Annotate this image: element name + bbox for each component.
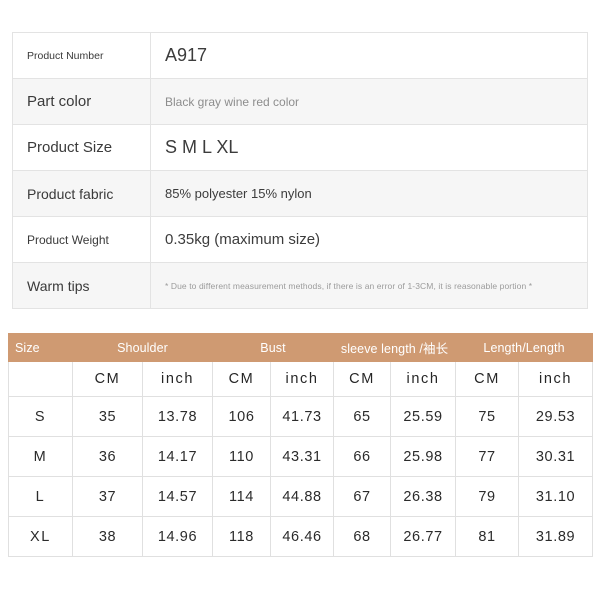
- cell-m-length-cm: 77: [455, 436, 520, 477]
- size-chart-header-length: Length/Length: [455, 333, 594, 362]
- cell-l-shoulder-cm: 37: [72, 476, 143, 517]
- spec-label-warm-tips: Warm tips: [12, 262, 151, 309]
- cell-xl-length-inch: 31.89: [518, 516, 594, 557]
- size-cell-m: M: [8, 436, 73, 477]
- size-chart-unit-shoulder-cm: CM: [72, 361, 143, 397]
- cell-l-sleeve-cm: 67: [333, 476, 392, 517]
- cell-s-length-cm: 75: [455, 396, 520, 437]
- size-chart-header-shoulder: Shoulder: [72, 333, 213, 362]
- spec-label-product-number: Product Number: [12, 32, 151, 79]
- spec-value-warm-tips: * Due to different measurement methods, …: [150, 262, 588, 309]
- size-chart-header-sleeve-length: sleeve length /袖长: [333, 333, 457, 362]
- cell-s-sleeve-inch: 25.59: [390, 396, 457, 437]
- spec-value-product-fabric: 85% polyester 15% nylon: [150, 170, 588, 217]
- spec-label-product-size: Product Size: [12, 124, 151, 171]
- cell-xl-length-cm: 81: [455, 516, 520, 557]
- spec-value-part-color: Black gray wine red color: [150, 78, 588, 125]
- cell-s-bust-inch: 41.73: [269, 396, 335, 437]
- size-chart-header-bust: Bust: [211, 333, 335, 362]
- size-chart-unit-header-row: CM inch CM inch CM inch CM inch: [8, 361, 594, 397]
- size-cell-l: L: [8, 476, 73, 517]
- cell-m-bust-inch: 43.31: [269, 436, 335, 477]
- spec-row-product-number: Product Number A917: [12, 32, 588, 79]
- cell-xl-bust-cm: 118: [212, 516, 271, 557]
- spec-label-part-color: Part color: [12, 78, 151, 125]
- size-chart-unit-blank: [8, 361, 73, 397]
- table-row: M 36 14.17 110 43.31 66 25.98 77 30.31: [8, 436, 594, 477]
- cell-s-shoulder-cm: 35: [72, 396, 143, 437]
- cell-s-length-inch: 29.53: [518, 396, 594, 437]
- cell-l-bust-cm: 114: [212, 476, 271, 517]
- cell-xl-bust-inch: 46.46: [269, 516, 335, 557]
- cell-s-bust-cm: 106: [212, 396, 271, 437]
- size-chart-table: Size Shoulder Bust sleeve length /袖长 Len…: [8, 333, 594, 557]
- cell-m-sleeve-inch: 25.98: [390, 436, 457, 477]
- cell-l-length-inch: 31.10: [518, 476, 594, 517]
- spec-row-product-size: Product Size S M L XL: [12, 124, 588, 171]
- size-cell-xl: XL: [8, 516, 73, 557]
- spec-value-product-size: S M L XL: [150, 124, 588, 171]
- size-chart-unit-sleeve-cm: CM: [333, 361, 392, 397]
- cell-s-shoulder-inch: 13.78: [142, 396, 213, 437]
- table-row: L 37 14.57 114 44.88 67 26.38 79 31.10: [8, 476, 594, 517]
- cell-l-length-cm: 79: [455, 476, 520, 517]
- cell-l-sleeve-inch: 26.38: [390, 476, 457, 517]
- cell-s-sleeve-cm: 65: [333, 396, 392, 437]
- size-chart-unit-shoulder-inch: inch: [142, 361, 213, 397]
- spec-row-part-color: Part color Black gray wine red color: [12, 78, 588, 125]
- cell-l-bust-inch: 44.88: [269, 476, 335, 517]
- cell-xl-sleeve-inch: 26.77: [390, 516, 457, 557]
- spec-row-product-weight: Product Weight 0.35kg (maximum size): [12, 216, 588, 263]
- cell-l-shoulder-inch: 14.57: [142, 476, 213, 517]
- table-row: XL 38 14.96 118 46.46 68 26.77 81 31.89: [8, 516, 594, 557]
- spec-label-product-fabric: Product fabric: [12, 170, 151, 217]
- size-chart-unit-bust-inch: inch: [269, 361, 335, 397]
- spec-row-warm-tips: Warm tips * Due to different measurement…: [12, 262, 588, 309]
- cell-m-shoulder-inch: 14.17: [142, 436, 213, 477]
- cell-xl-shoulder-inch: 14.96: [142, 516, 213, 557]
- spec-value-product-number: A917: [150, 32, 588, 79]
- spec-label-product-weight: Product Weight: [12, 216, 151, 263]
- size-chart-unit-bust-cm: CM: [212, 361, 271, 397]
- cell-m-length-inch: 30.31: [518, 436, 594, 477]
- cell-m-shoulder-cm: 36: [72, 436, 143, 477]
- size-chart-header-size: Size: [8, 333, 73, 362]
- size-chart-unit-length-inch: inch: [518, 361, 594, 397]
- cell-m-bust-cm: 110: [212, 436, 271, 477]
- size-chart-unit-length-cm: CM: [455, 361, 520, 397]
- spec-row-product-fabric: Product fabric 85% polyester 15% nylon: [12, 170, 588, 217]
- size-chart-unit-sleeve-inch: inch: [390, 361, 457, 397]
- size-chart-group-header-row: Size Shoulder Bust sleeve length /袖长 Len…: [8, 333, 594, 362]
- size-cell-s: S: [8, 396, 73, 437]
- cell-m-sleeve-cm: 66: [333, 436, 392, 477]
- product-spec-table: Product Number A917 Part color Black gra…: [12, 32, 588, 309]
- spec-value-product-weight: 0.35kg (maximum size): [150, 216, 588, 263]
- table-row: S 35 13.78 106 41.73 65 25.59 75 29.53: [8, 396, 594, 437]
- cell-xl-sleeve-cm: 68: [333, 516, 392, 557]
- cell-xl-shoulder-cm: 38: [72, 516, 143, 557]
